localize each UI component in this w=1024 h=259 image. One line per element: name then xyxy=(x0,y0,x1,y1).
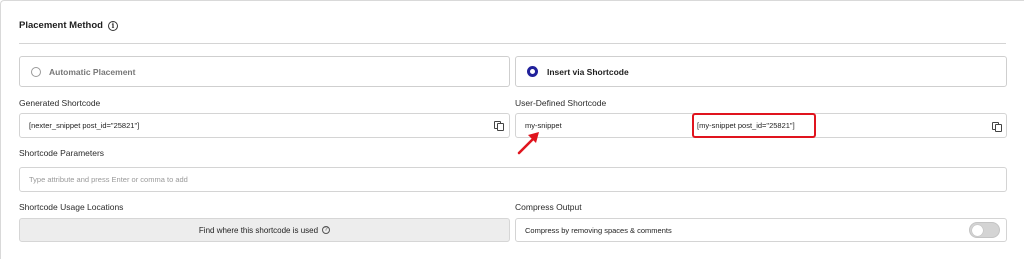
shortcode-usage-label: Shortcode Usage Locations xyxy=(19,202,124,212)
generated-shortcode-value: [nexter_snippet post_id="25821"] xyxy=(29,121,140,130)
compress-output-label: Compress Output xyxy=(515,202,582,212)
section-title-text: Placement Method xyxy=(19,20,103,31)
find-shortcode-usage-label: Find where this shortcode is used xyxy=(198,225,319,235)
shortcode-parameters-label: Shortcode Parameters xyxy=(19,148,105,158)
compress-output-option-label: Compress by removing spaces & comments xyxy=(525,225,672,235)
info-icon[interactable]: i xyxy=(107,20,118,31)
divider xyxy=(19,43,1006,44)
red-arrow-annotation-icon xyxy=(517,132,539,155)
generated-shortcode-label: Generated Shortcode xyxy=(19,98,101,108)
compress-output-toggle[interactable] xyxy=(969,222,1000,238)
copy-icon[interactable] xyxy=(992,122,1002,132)
insert-via-shortcode-label: Insert via Shortcode xyxy=(547,66,629,77)
automatic-placement-option[interactable]: Automatic Placement xyxy=(19,56,510,87)
user-defined-shortcode-label: User-Defined Shortcode xyxy=(515,98,607,108)
help-icon[interactable]: ? xyxy=(322,226,331,234)
compress-output-row: Compress by removing spaces & comments xyxy=(515,218,1007,242)
radio-selected-icon[interactable] xyxy=(527,66,538,77)
shortcode-parameters-placeholder: Type attribute and press Enter or comma … xyxy=(29,175,188,184)
generated-shortcode-field[interactable]: [nexter_snippet post_id="25821"] xyxy=(19,113,510,138)
insert-via-shortcode-option[interactable]: Insert via Shortcode xyxy=(515,56,1007,87)
shortcode-parameters-input[interactable]: Type attribute and press Enter or comma … xyxy=(19,167,1007,192)
section-title: Placement Method i xyxy=(19,20,118,31)
automatic-placement-label: Automatic Placement xyxy=(49,66,136,77)
highlight-annotation-box xyxy=(692,113,816,138)
copy-icon[interactable] xyxy=(494,121,504,131)
radio-unselected-icon[interactable] xyxy=(31,66,41,77)
find-shortcode-usage-button[interactable]: Find where this shortcode is used ? xyxy=(19,218,510,242)
toggle-knob xyxy=(972,225,983,236)
